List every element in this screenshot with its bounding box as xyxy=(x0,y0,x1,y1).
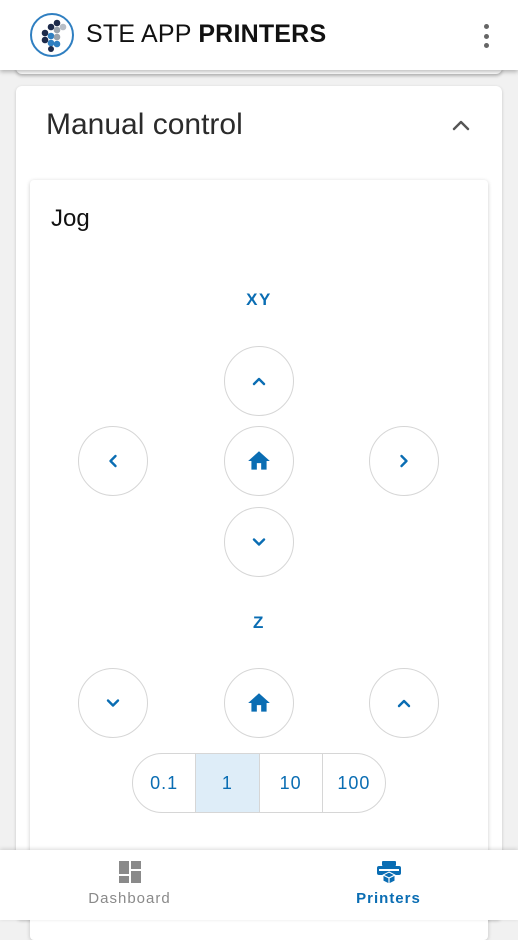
jog-xy-left-button[interactable] xyxy=(78,426,148,496)
chevron-down-icon xyxy=(252,538,266,546)
jog-xy-up-button[interactable] xyxy=(224,346,294,416)
app-title-bold: PRINTERS xyxy=(198,20,327,48)
nav-dashboard[interactable]: Dashboard xyxy=(0,850,259,920)
nav-dashboard-label: Dashboard xyxy=(88,890,171,907)
jog-card: Jog XY Z 0.1 1 10 100 xyxy=(30,180,488,940)
printer-icon xyxy=(376,861,401,884)
app-bar: STE APP PRINTERS xyxy=(0,0,518,70)
chevron-up-icon xyxy=(397,699,411,708)
home-icon xyxy=(248,451,270,470)
jog-xy-home-button[interactable] xyxy=(224,426,294,496)
nav-printers[interactable]: Printers xyxy=(259,850,518,920)
jog-z-up-button[interactable] xyxy=(369,668,439,738)
chevron-up-icon[interactable] xyxy=(450,114,472,136)
jog-z-home-button[interactable] xyxy=(224,668,294,738)
bottom-navigation: Dashboard Printers xyxy=(0,850,518,920)
jog-title: Jog xyxy=(51,205,90,232)
home-icon xyxy=(248,693,270,712)
manual-control-panel: Manual control Jog XY Z 0.1 1 10 100 xyxy=(16,86,502,940)
jog-xy-right-button[interactable] xyxy=(369,426,439,496)
nav-printers-label: Printers xyxy=(356,890,421,907)
jog-xy-down-button[interactable] xyxy=(224,507,294,577)
more-vert-icon[interactable] xyxy=(474,22,498,50)
step-10-button[interactable]: 10 xyxy=(258,754,322,812)
chevron-right-icon xyxy=(400,454,408,468)
dashboard-icon xyxy=(118,861,141,883)
chevron-up-icon xyxy=(252,377,266,386)
xy-axis-label: XY xyxy=(246,290,272,309)
z-axis-label: Z xyxy=(253,613,265,632)
app-logo xyxy=(30,13,74,57)
step-0-1-button[interactable]: 0.1 xyxy=(133,754,195,812)
jog-z-down-button[interactable] xyxy=(78,668,148,738)
app-title-regular: STE APP xyxy=(86,20,199,48)
app-title: STE APP PRINTERS xyxy=(86,20,326,49)
step-1-button[interactable]: 1 xyxy=(195,754,259,812)
step-100-button[interactable]: 100 xyxy=(321,754,385,812)
step-size-toggle: 0.1 1 10 100 xyxy=(132,753,386,813)
chevron-left-icon xyxy=(109,454,117,468)
chevron-down-icon xyxy=(106,699,120,707)
panel-title: Manual control xyxy=(46,108,243,141)
